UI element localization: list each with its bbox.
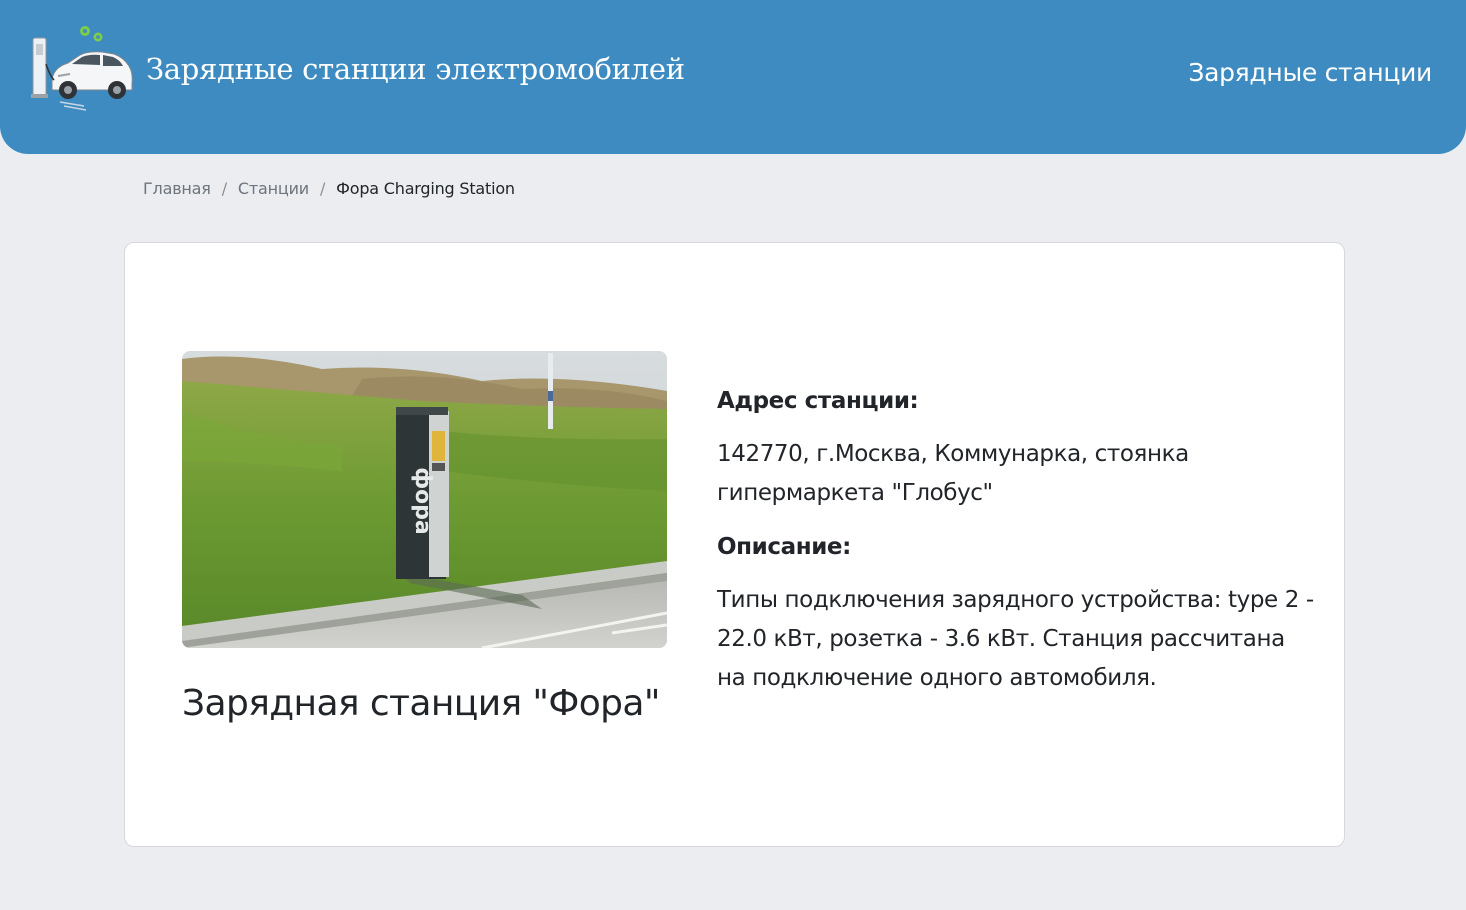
nav-link-stations[interactable]: Зарядные станции [1188, 58, 1432, 87]
ev-car-logo-icon[interactable] [28, 24, 136, 116]
station-photo: фора [182, 351, 667, 648]
breadcrumb-separator: / [221, 179, 227, 198]
station-address: 142770, г.Москва, Коммунарка, стоянка ги… [717, 441, 1189, 506]
breadcrumb-current: Фора Charging Station [336, 179, 515, 198]
station-description: Типы подключения зарядного устройства: t… [717, 587, 1314, 691]
breadcrumb: Главная / Станции / Фора Charging Statio… [143, 179, 515, 198]
breadcrumb-separator: / [319, 179, 326, 198]
photo-brand-lettering: фора [410, 467, 435, 535]
station-title: Зарядная станция "Фора" [182, 683, 660, 724]
station-card: фора Зарядная станция "Фора" Адрес станц… [124, 242, 1345, 847]
breadcrumb-link-stations[interactable]: Станции [238, 179, 309, 198]
site-brand-title[interactable]: Зарядные станции электромобилей [146, 52, 685, 86]
description-label: Описание: [717, 534, 851, 560]
address-label: Адрес станции: [717, 388, 919, 414]
station-info: Адрес станции: 142770, г.Москва, Коммуна… [717, 381, 1317, 698]
site-header: Зарядные станции электромобилей Зарядные… [0, 0, 1466, 154]
breadcrumb-link-home[interactable]: Главная [143, 179, 211, 198]
